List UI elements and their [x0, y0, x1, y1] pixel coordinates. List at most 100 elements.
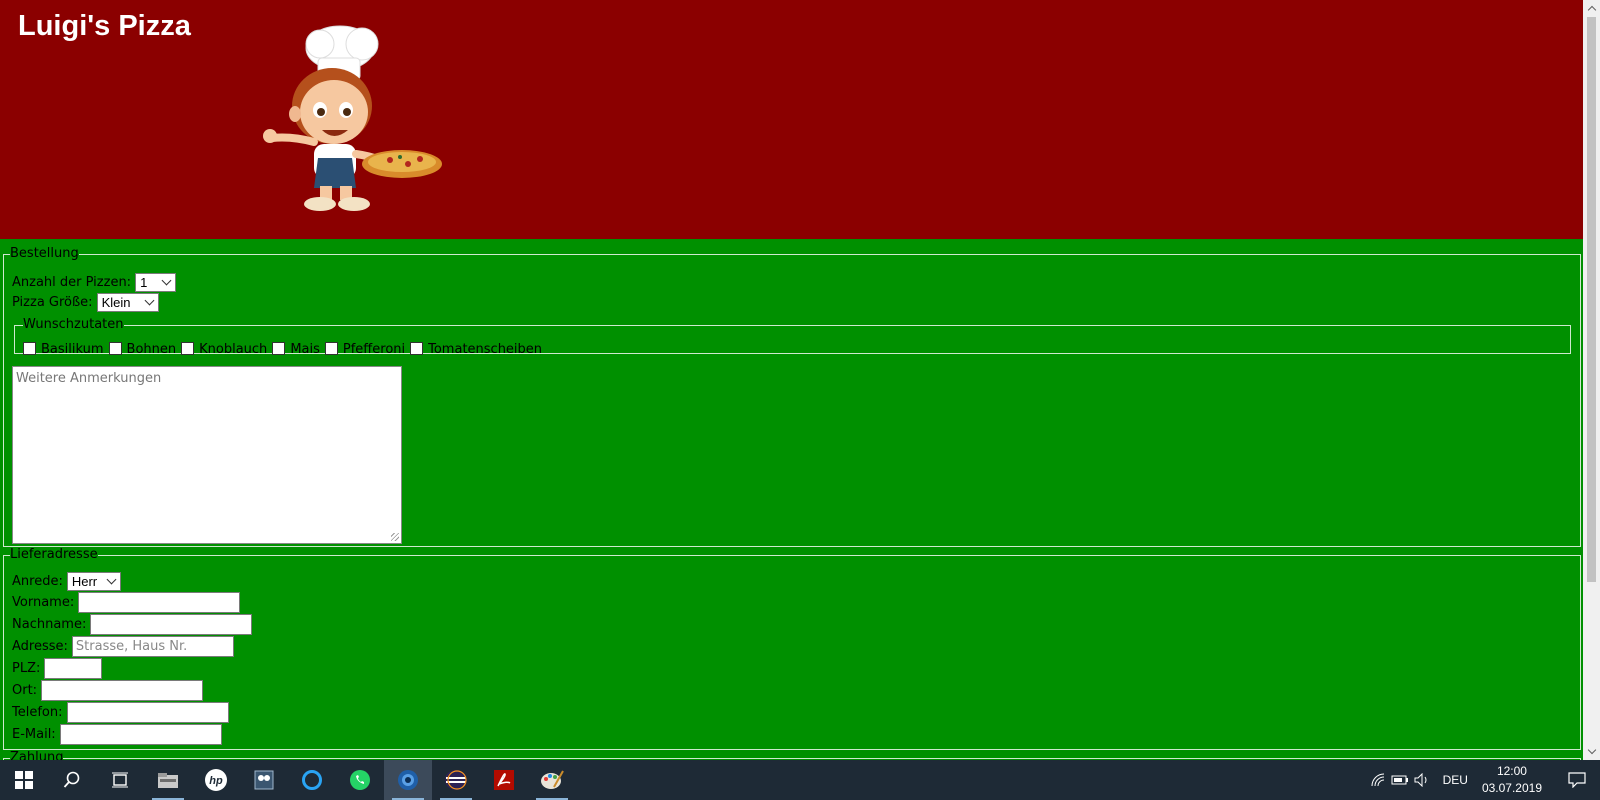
zip-row: PLZ: — [12, 658, 103, 679]
checkbox[interactable] — [324, 342, 338, 355]
eclipse-button[interactable] — [432, 760, 480, 800]
topping-basilikum[interactable]: Basilikum — [23, 342, 104, 357]
system-tray: DEU 12:00 03.07.2019 — [1367, 760, 1600, 800]
topping-bohnen[interactable]: Bohnen — [108, 342, 177, 357]
size-value: Klein — [101, 295, 131, 310]
size-row: Pizza Größe: Klein — [12, 293, 159, 312]
last-name-label: Nachname: — [12, 617, 87, 632]
toppings-list: Basilikum Bohnen Knoblauch Mais Pfeffero… — [23, 342, 547, 357]
file-explorer-icon — [158, 773, 178, 788]
zip-field[interactable] — [44, 658, 103, 679]
task-view-icon — [112, 772, 128, 788]
taskbar: hp DEU 12:00 03.07.2019 — [0, 760, 1600, 800]
svg-text:hp: hp — [209, 775, 223, 787]
checkbox[interactable] — [108, 342, 122, 355]
browser-button[interactable] — [384, 760, 432, 800]
start-button[interactable] — [0, 760, 48, 800]
whatsapp-button[interactable] — [336, 760, 384, 800]
toppings-legend: Wunschzutaten — [23, 317, 124, 332]
search-icon — [63, 771, 80, 788]
taskbar-search-button[interactable] — [48, 760, 96, 800]
salutation-row: Anrede: Herr — [12, 572, 121, 591]
zip-label: PLZ: — [12, 661, 41, 676]
snipping-tool-button[interactable] — [240, 760, 288, 800]
topping-mais[interactable]: Mais — [272, 342, 320, 357]
scroll-down-button[interactable] — [1583, 743, 1600, 760]
vertical-scrollbar[interactable] — [1583, 0, 1600, 760]
notes-textarea[interactable]: Weitere Anmerkungen — [12, 366, 402, 544]
size-label: Pizza Größe: — [12, 295, 93, 310]
site-header: Luigi's Pizza — [0, 0, 1583, 239]
scroll-up-button[interactable] — [1583, 0, 1600, 17]
windows-start-icon — [15, 771, 33, 789]
toppings-fieldset: Wunschzutaten Basilikum Bohnen Knoblauch… — [14, 317, 1571, 357]
address-fieldset: Lieferadresse Anrede: Herr Vorname: Nach… — [3, 548, 1581, 750]
page: Luigi's Pizza Bestellung Anzahl der Pizz… — [0, 0, 1583, 760]
resize-grip-icon[interactable] — [391, 533, 399, 541]
topping-pfefferoni[interactable]: Pfefferoni — [324, 342, 405, 357]
street-label: Adresse: — [12, 639, 68, 654]
last-name-field[interactable] — [90, 614, 253, 635]
input-language-indicator[interactable]: DEU — [1443, 773, 1468, 787]
action-center-button[interactable] — [1554, 760, 1600, 800]
email-row: E-Mail: — [12, 724, 222, 745]
cortana-icon — [302, 770, 322, 790]
notes-placeholder: Weitere Anmerkungen — [16, 371, 162, 386]
chevron-down-icon — [144, 295, 155, 306]
paint-button[interactable] — [528, 760, 576, 800]
topping-label: Bohnen — [126, 342, 177, 357]
city-row: Ort: — [12, 680, 204, 701]
checkbox[interactable] — [181, 342, 195, 355]
eclipse-icon — [445, 770, 467, 790]
chevron-down-icon — [106, 574, 117, 585]
file-explorer-button[interactable] — [144, 760, 192, 800]
topping-label: Mais — [290, 342, 320, 357]
topping-label: Basilikum — [41, 342, 104, 357]
task-view-button[interactable] — [96, 760, 144, 800]
browser-icon — [398, 770, 418, 790]
salutation-label: Anrede: — [12, 574, 63, 589]
quantity-label: Anzahl der Pizzen: — [12, 275, 132, 290]
salutation-select[interactable]: Herr — [66, 572, 121, 591]
email-label: E-Mail: — [12, 727, 56, 742]
email-field[interactable] — [59, 724, 222, 745]
cortana-button[interactable] — [288, 760, 336, 800]
first-name-field[interactable] — [78, 592, 241, 613]
clock-date: 03.07.2019 — [1481, 781, 1542, 795]
acrobat-button[interactable] — [480, 760, 528, 800]
city-label: Ort: — [12, 683, 38, 698]
hp-icon: hp — [205, 769, 227, 791]
address-legend: Lieferadresse — [10, 547, 98, 562]
payment-legend: Zahlung — [10, 750, 64, 761]
street-row: Adresse: Strasse, Haus Nr. — [12, 636, 234, 657]
battery-icon[interactable] — [1389, 760, 1411, 800]
first-name-label: Vorname: — [12, 595, 75, 610]
topping-label: Knoblauch — [199, 342, 268, 357]
last-name-row: Nachname: — [12, 614, 253, 635]
topping-knoblauch[interactable]: Knoblauch — [181, 342, 267, 357]
phone-field[interactable] — [66, 702, 229, 723]
salutation-value: Herr — [71, 574, 98, 589]
paint-icon — [541, 770, 564, 789]
checkbox[interactable] — [272, 342, 286, 355]
whatsapp-icon — [350, 770, 370, 790]
phone-label: Telefon: — [12, 705, 63, 720]
city-field[interactable] — [41, 680, 204, 701]
size-select[interactable]: Klein — [96, 293, 159, 312]
quantity-value: 1 — [140, 275, 148, 290]
quantity-select[interactable]: 1 — [135, 273, 177, 292]
topping-tomatenscheiben[interactable]: Tomatenscheiben — [410, 342, 542, 357]
scrollbar-thumb[interactable] — [1587, 17, 1596, 582]
volume-icon[interactable] — [1411, 760, 1433, 800]
checkbox[interactable] — [23, 342, 36, 355]
hp-app-button[interactable]: hp — [192, 760, 240, 800]
street-placeholder: Strasse, Haus Nr. — [75, 639, 188, 654]
notification-icon — [1568, 772, 1586, 788]
street-field[interactable]: Strasse, Haus Nr. — [71, 636, 234, 657]
clock-time: 12:00 — [1496, 764, 1527, 778]
network-icon[interactable] — [1367, 760, 1389, 800]
checkbox[interactable] — [410, 342, 424, 355]
system-clock[interactable]: 12:00 03.07.2019 — [1482, 763, 1542, 797]
quantity-row: Anzahl der Pizzen: 1 — [12, 273, 177, 292]
site-title: Luigi's Pizza — [18, 10, 191, 42]
